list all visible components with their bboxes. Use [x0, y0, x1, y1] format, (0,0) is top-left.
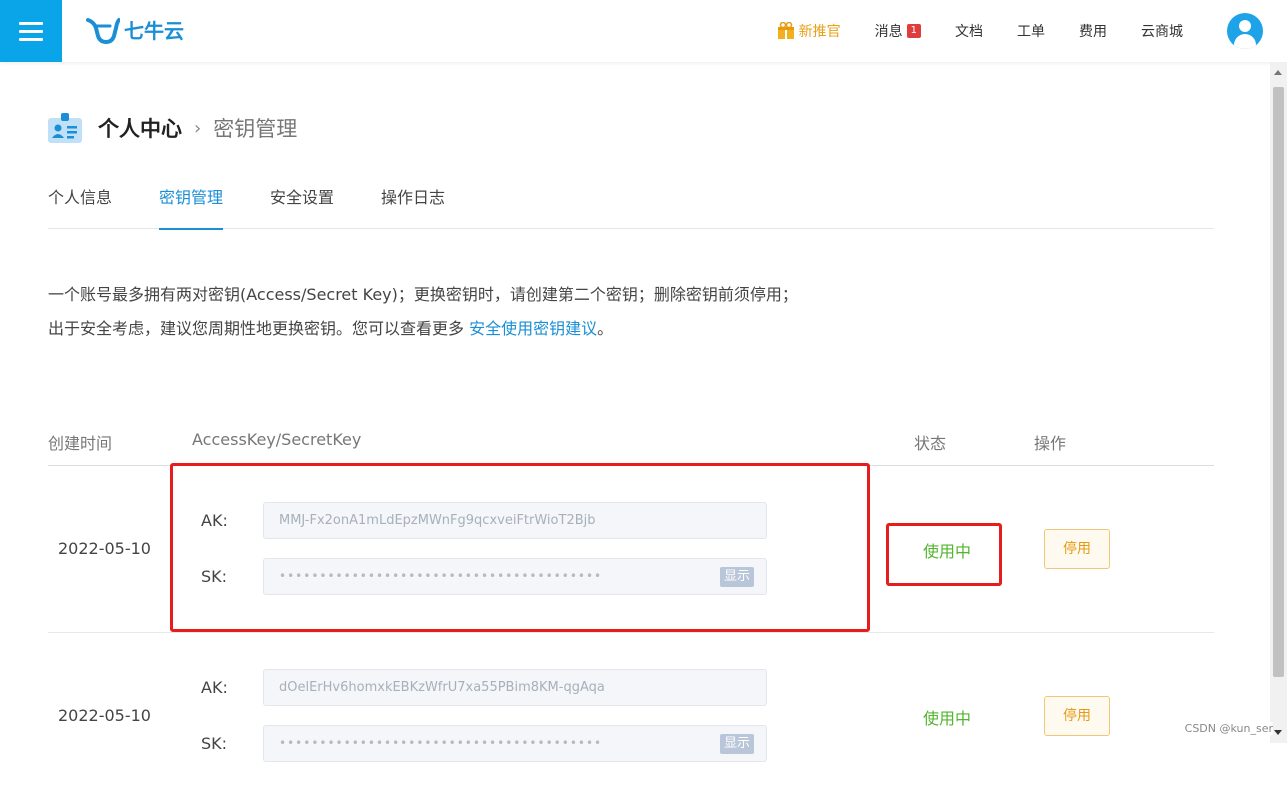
nav-label: 新推官 — [799, 21, 841, 41]
sk-label: SK: — [201, 734, 227, 753]
created-date: 2022-05-10 — [58, 706, 151, 725]
top-bar: 七牛云 新推官 消息 1 文档 工单 费用 云商城 — [0, 0, 1287, 62]
bull-logo-icon — [86, 16, 120, 44]
scroll-down-arrow-icon[interactable] — [1274, 730, 1282, 735]
vertical-scrollbar[interactable] — [1270, 62, 1287, 743]
access-key-field[interactable]: dOelErHv6homxkEBKzWfrU7xa55PBim8KM-qgAqa — [263, 669, 767, 706]
nav-label: 工单 — [1017, 21, 1045, 41]
gift-icon — [777, 22, 795, 40]
show-secret-button[interactable]: 显示 — [720, 734, 754, 754]
avatar-body — [1234, 34, 1256, 49]
top-nav: 新推官 消息 1 文档 工单 费用 云商城 — [777, 0, 1287, 62]
key-table-header: 创建时间 AccessKey/SecretKey 状态 操作 — [48, 420, 1214, 466]
watermark: CSDN @kun_ser — [1185, 722, 1273, 735]
scroll-up-arrow-icon[interactable] — [1274, 70, 1282, 75]
menu-line — [19, 38, 43, 41]
created-date: 2022-05-10 — [58, 539, 151, 558]
breadcrumb-current: 密钥管理 — [213, 113, 297, 143]
scroll-thumb[interactable] — [1273, 87, 1284, 677]
highlight-box-keys — [170, 463, 870, 632]
nav-item-messages[interactable]: 消息 1 — [875, 21, 921, 41]
breadcrumb: 个人中心 › 密钥管理 — [48, 110, 297, 146]
header-action: 操作 — [1034, 430, 1066, 454]
key-policy-description: 一个账号最多拥有两对密钥(Access/Secret Key)；更换密钥时，请创… — [48, 278, 808, 346]
description-end: 。 — [597, 319, 613, 338]
ak-label: AK: — [201, 678, 228, 697]
nav-item-marketplace[interactable]: 云商城 — [1141, 21, 1183, 41]
disable-key-button[interactable]: 停用 — [1044, 529, 1110, 569]
tab-profile[interactable]: 个人信息 — [48, 178, 112, 229]
tab-security[interactable]: 安全设置 — [270, 178, 334, 229]
brand-name: 七牛云 — [124, 15, 184, 44]
header-status: 状态 — [914, 430, 946, 454]
id-card-icon — [48, 112, 82, 144]
nav-label: 费用 — [1079, 21, 1107, 41]
description-text: 一个账号最多拥有两对密钥(Access/Secret Key)；更换密钥时，请创… — [48, 285, 798, 338]
tab-key-management[interactable]: 密钥管理 — [159, 178, 223, 229]
nav-item-promo[interactable]: 新推官 — [777, 21, 841, 41]
header-created-time: 创建时间 — [48, 430, 112, 454]
nav-label: 文档 — [955, 21, 983, 41]
brand-logo[interactable]: 七牛云 — [86, 15, 184, 44]
header-keys: AccessKey/SecretKey — [192, 430, 361, 449]
menu-line — [19, 30, 43, 33]
security-advice-link[interactable]: 安全使用密钥建议 — [469, 319, 597, 338]
avatar-head — [1239, 20, 1251, 32]
message-count-badge: 1 — [907, 24, 921, 38]
hamburger-menu-button[interactable] — [0, 0, 62, 62]
breadcrumb-parent[interactable]: 个人中心 — [98, 113, 182, 143]
nav-label: 云商城 — [1141, 21, 1183, 41]
status-in-use: 使用中 — [923, 705, 971, 729]
access-key-value: dOelErHv6homxkEBKzWfrU7xa55PBim8KM-qgAqa — [279, 680, 605, 695]
highlight-box-status — [886, 523, 1002, 586]
nav-item-billing[interactable]: 费用 — [1079, 21, 1107, 41]
nav-label: 消息 — [875, 21, 903, 41]
tab-bar: 个人信息 密钥管理 安全设置 操作日志 — [48, 178, 1214, 229]
nav-item-docs[interactable]: 文档 — [955, 21, 983, 41]
breadcrumb-separator: › — [194, 118, 201, 139]
table-row: 2022-05-10 AK: dOelErHv6homxkEBKzWfrU7xa… — [48, 633, 1214, 800]
secret-key-masked: •••••••••••••••••••••••••••••••••••••••• — [279, 736, 602, 750]
user-avatar[interactable] — [1227, 13, 1263, 49]
menu-line — [19, 22, 43, 25]
nav-item-tickets[interactable]: 工单 — [1017, 21, 1045, 41]
tab-operation-log[interactable]: 操作日志 — [381, 178, 445, 229]
secret-key-field[interactable]: ••••••••••••••••••••••••••••••••••••••••… — [263, 725, 767, 762]
disable-key-button[interactable]: 停用 — [1044, 696, 1110, 736]
